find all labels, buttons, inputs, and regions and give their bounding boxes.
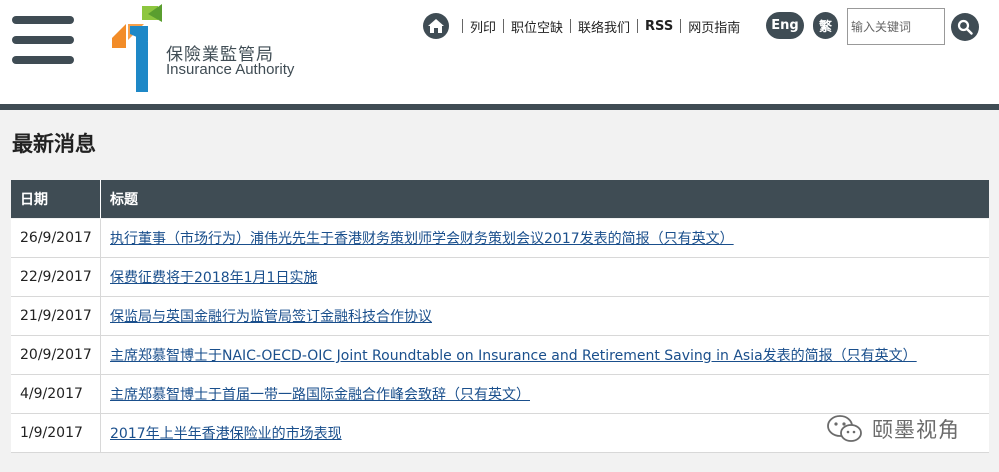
row-title-cell: 保费征费将于2018年1月1日实施 bbox=[100, 257, 989, 297]
top-utility-nav: 列印 职位空缺 联络我们 RSS 网页指南 bbox=[423, 12, 740, 40]
nav-divider bbox=[637, 19, 639, 33]
search-input[interactable] bbox=[847, 8, 945, 45]
lang-traditional-button[interactable]: 繁 bbox=[813, 12, 838, 39]
news-link[interactable]: 2017年上半年香港保险业的市场表现 bbox=[110, 426, 342, 442]
row-date: 26/9/2017 bbox=[11, 219, 101, 258]
site-header: 保險業監管局 Insurance Authority 列印 职位空缺 联络我们 … bbox=[0, 0, 999, 104]
news-link[interactable]: 保费征费将于2018年1月1日实施 bbox=[110, 270, 317, 286]
nav-divider bbox=[503, 19, 505, 33]
nav-divider bbox=[462, 19, 463, 33]
row-title-cell: 主席郑慕智博士于NAIC-OECD-OIC Joint Roundtable o… bbox=[100, 335, 989, 375]
table-row: 20/9/2017 主席郑慕智博士于NAIC-OECD-OIC Joint Ro… bbox=[11, 335, 989, 375]
table-row: 22/9/2017 保费征费将于2018年1月1日实施 bbox=[11, 257, 989, 297]
nav-divider bbox=[680, 19, 682, 33]
row-title-cell: 保监局与英国金融行为监管局签订金融科技合作协议 bbox=[100, 296, 989, 336]
table-row: 21/9/2017 保监局与英国金融行为监管局签订金融科技合作协议 bbox=[11, 296, 989, 336]
news-table: 日期 标题 26/9/2017 执行董事（市场行为）浦伟光先生于香港财务策划师学… bbox=[11, 180, 989, 453]
news-link[interactable]: 执行董事（市场行为）浦伟光先生于香港财务策划师学会财务策划会议2017发表的简报… bbox=[110, 231, 734, 247]
watermark: 颐墨视角 bbox=[826, 414, 960, 444]
table-row: 4/9/2017 主席郑慕智博士于首届一带一路国际金融合作峰会致辞（只有英文） bbox=[11, 374, 989, 414]
lang-english-button[interactable]: Eng bbox=[766, 12, 804, 39]
row-date: 21/9/2017 bbox=[11, 296, 101, 336]
sitemap-link[interactable]: 网页指南 bbox=[688, 17, 740, 36]
page-title: 最新消息 bbox=[12, 132, 96, 156]
logo-mark-icon bbox=[112, 4, 162, 92]
row-title-cell: 主席郑慕智博士于首届一带一路国际金融合作峰会致辞（只有英文） bbox=[100, 374, 989, 414]
contact-link[interactable]: 联络我们 bbox=[578, 17, 630, 36]
watermark-text: 颐墨视角 bbox=[872, 418, 960, 442]
home-icon[interactable] bbox=[423, 13, 449, 39]
row-date: 22/9/2017 bbox=[11, 257, 101, 297]
column-header-title: 标题 bbox=[100, 180, 989, 218]
insurance-authority-logo[interactable]: 保險業監管局 Insurance Authority bbox=[108, 4, 318, 96]
row-title-cell: 执行董事（市场行为）浦伟光先生于香港财务策划师学会财务策划会议2017发表的简报… bbox=[100, 219, 989, 258]
menu-icon[interactable] bbox=[12, 16, 74, 64]
column-header-date: 日期 bbox=[11, 180, 101, 218]
rss-link[interactable]: RSS bbox=[645, 19, 673, 34]
jobs-link[interactable]: 职位空缺 bbox=[511, 17, 563, 36]
news-link[interactable]: 保监局与英国金融行为监管局签订金融科技合作协议 bbox=[110, 309, 432, 325]
row-date: 20/9/2017 bbox=[11, 335, 101, 375]
news-link[interactable]: 主席郑慕智博士于NAIC-OECD-OIC Joint Roundtable o… bbox=[110, 348, 917, 364]
news-link[interactable]: 主席郑慕智博士于首届一带一路国际金融合作峰会致辞（只有英文） bbox=[110, 387, 530, 403]
nav-divider bbox=[570, 19, 572, 33]
row-date: 1/9/2017 bbox=[11, 413, 101, 453]
logo-name-en: Insurance Authority bbox=[166, 61, 295, 78]
table-header-row: 日期 标题 bbox=[11, 180, 989, 218]
search-icon[interactable] bbox=[951, 13, 979, 41]
wechat-icon bbox=[827, 415, 862, 442]
table-row: 26/9/2017 执行董事（市场行为）浦伟光先生于香港财务策划师学会财务策划会… bbox=[11, 219, 989, 258]
print-link[interactable]: 列印 bbox=[470, 17, 496, 36]
row-date: 4/9/2017 bbox=[11, 374, 101, 414]
